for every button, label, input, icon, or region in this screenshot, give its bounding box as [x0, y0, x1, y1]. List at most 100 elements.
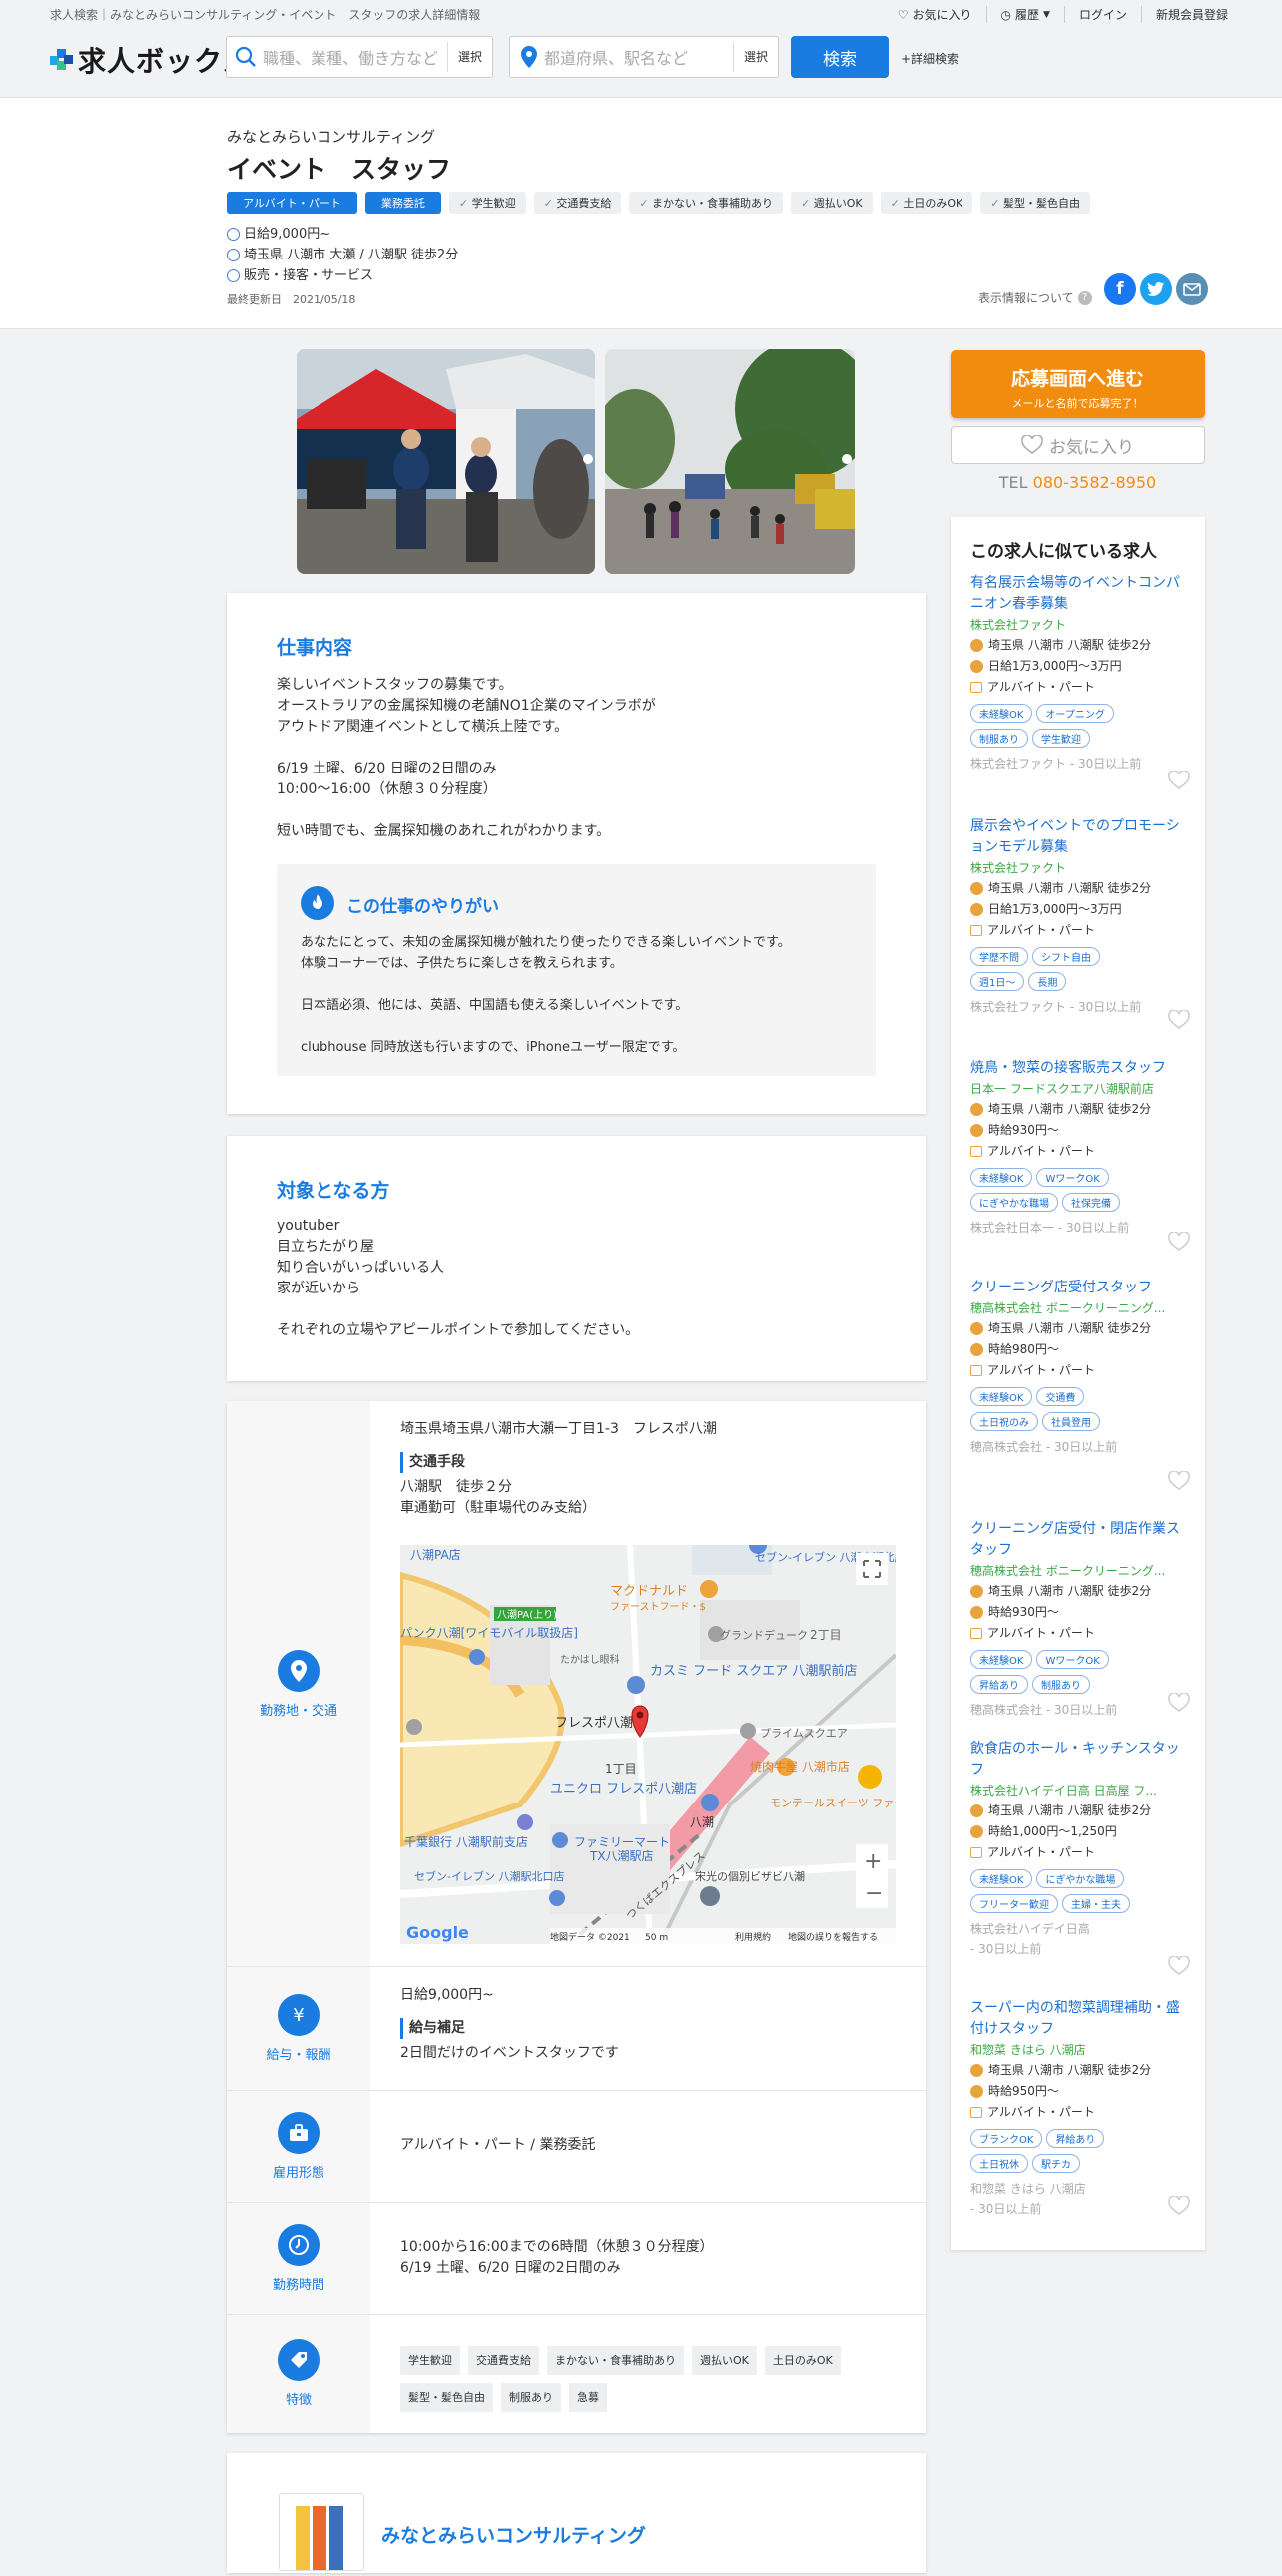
briefcase-icon: [970, 1628, 982, 1639]
feature-tag: 土日のみOK: [764, 2346, 841, 2375]
company-name[interactable]: みなとみらいコンサルティング: [227, 126, 435, 147]
apply-button[interactable]: 応募画面へ進む メールと名前で応募完了！: [951, 350, 1205, 418]
heart-icon[interactable]: [1168, 1693, 1190, 1713]
similar-job-type: アルバイト・パート: [970, 1360, 1190, 1381]
email-share-icon[interactable]: [1176, 273, 1208, 305]
keyword-select-button[interactable]: 選択: [446, 42, 492, 72]
heart-icon[interactable]: [1168, 771, 1190, 790]
twitter-share-icon[interactable]: [1140, 273, 1172, 305]
pegman-icon[interactable]: [858, 1765, 882, 1789]
similar-job-location: 埼玉県 八潮市 八潮駅 徒歩2分: [970, 1581, 1190, 1602]
company-card-name[interactable]: みなとみらいコンサルティング: [381, 2521, 646, 2548]
zoom-out-button[interactable]: −: [865, 1881, 883, 1906]
job-photo-2[interactable]: [605, 349, 855, 574]
similar-job-item[interactable]: 展示会やイベントでのプロモーションモデル募集 株式会社ファクト 埼玉県 八潮市 …: [970, 816, 1190, 1052]
transport-heading: 交通手段: [400, 1452, 900, 1473]
similar-job-type: アルバイト・パート: [970, 2102, 1190, 2123]
similar-job-item[interactable]: スーパー内の和惣菜調理補助・盛付けスタッフ 和惣菜 きはら 八潮店 埼玉県 八潮…: [970, 1998, 1190, 2234]
location-line: 埼玉県 八潮市 大瀬 / 八潮駅 徒歩2分: [227, 245, 458, 265]
login-link[interactable]: ログイン: [1063, 6, 1141, 23]
advanced-search-link[interactable]: +詳細検索: [901, 50, 959, 67]
similar-job-item[interactable]: クリーニング店受付・閉店作業スタッフ 穂高株式会社 ボニークリーニング... 埼…: [970, 1519, 1190, 1735]
similar-job-title[interactable]: 飲食店のホール・キッチンスタッフ: [970, 1739, 1190, 1781]
display-info-link[interactable]: 表示情報について?: [978, 289, 1092, 306]
map[interactable]: 八潮PA(上り) 八潮PA店 セブン-イレブン 八潮大瀬北店 マクドナルド ファ…: [400, 1545, 896, 1944]
heart-icon[interactable]: [1168, 1956, 1190, 1976]
heart-icon[interactable]: [1168, 1471, 1190, 1491]
similar-job-tag: 未経験OK: [970, 1869, 1033, 1888]
similar-job-tag: 交通費: [1036, 1387, 1085, 1406]
updated-date: 最終更新日 2021/05/18: [227, 293, 356, 306]
tel-number[interactable]: 080-3582-8950: [1033, 473, 1157, 492]
category-line: 販売・接客・サービス: [227, 265, 458, 286]
similar-job-tag: WワークOK: [1036, 1650, 1109, 1669]
similar-job-tag: 昇給あり: [1046, 2129, 1105, 2148]
similar-job-tags: 未経験OK オープニング 制服あり 学生歓迎: [970, 704, 1190, 754]
similar-job-item[interactable]: 有名展示会場等のイベントコンパニオン春季募集 株式会社ファクト 埼玉県 八潮市 …: [970, 573, 1190, 812]
address: 埼玉県埼玉県八潮市大瀬一丁目1-3 フレスポ八潮: [400, 1421, 717, 1437]
fullscreen-button[interactable]: [856, 1553, 888, 1585]
map-scale: 50 m: [645, 1933, 668, 1943]
location-label-cell: 勤務地・交通: [227, 1401, 370, 1966]
feature-tag: 髪型・髪色自由: [400, 2383, 493, 2412]
similar-job-title[interactable]: スーパー内の和惣菜調理補助・盛付けスタッフ: [970, 1998, 1190, 2040]
similar-job-tag: ブランクOK: [970, 2129, 1043, 2148]
zoom-in-button[interactable]: +: [864, 1849, 882, 1874]
favorite-button[interactable]: お気に入り: [951, 426, 1205, 464]
employment-label-cell: 雇用形態: [227, 2091, 370, 2202]
map-label: TX八潮駅店: [589, 1848, 654, 1863]
register-link[interactable]: 新規会員登録: [1140, 6, 1242, 23]
similar-job-title[interactable]: 焼鳥・惣菜の接客販売スタッフ: [970, 1058, 1190, 1079]
map-report-link[interactable]: 地図の誤りを報告する: [788, 1931, 878, 1943]
similar-job-item[interactable]: 焼鳥・惣菜の接客販売スタッフ 日本一 フードスクエア八潮駅前店 埼玉県 八潮市 …: [970, 1058, 1190, 1274]
feature-tag: まかない・食事補助あり: [629, 192, 784, 214]
similar-job-tag: 土日祝休: [970, 2154, 1028, 2173]
similar-job-title[interactable]: クリーニング店受付スタッフ: [970, 1278, 1190, 1298]
similar-job-company: 日本一 フードスクエア八潮駅前店: [970, 1082, 1154, 1096]
similar-job-item[interactable]: クリーニング店受付スタッフ 穂高株式会社 ボニークリーニング... 埼玉県 八潮…: [970, 1278, 1190, 1513]
favorites-link[interactable]: ♡ お気に入り: [884, 6, 986, 23]
description-body: 楽しいイベントスタッフの募集です。 オーストラリアの金属探知機の老舗NO1企業の…: [277, 677, 656, 839]
similar-job-tag: 週1日～: [970, 972, 1025, 991]
similar-job-title[interactable]: 有名展示会場等のイベントコンパニオン春季募集: [970, 573, 1190, 615]
hours-label: 勤務時間: [272, 2278, 324, 2293]
keyword-input[interactable]: 職種、業種、働き方など: [257, 45, 447, 69]
highlight-box: この仕事のやりがい あなたにとって、未知の金属探知機が触れたり使ったりできる楽し…: [277, 864, 876, 1076]
company-card: みなとみらいコンサルティング: [227, 2453, 926, 2573]
map-canvas[interactable]: 八潮PA(上り) 八潮PA店 セブン-イレブン 八潮大瀬北店 マクドナルド ファ…: [400, 1545, 896, 1944]
site-logo[interactable]: 求人ボックス: [50, 40, 251, 80]
heart-icon[interactable]: [1168, 1232, 1190, 1252]
similar-job-footer: 株式会社ファクト - 30日以上前: [970, 1000, 1142, 1014]
heart-icon[interactable]: [1168, 1010, 1190, 1030]
heart-icon[interactable]: [1168, 2196, 1190, 2216]
similar-job-item[interactable]: 飲食店のホール・キッチンスタッフ 株式会社ハイデイ日高 日高屋 フ... 埼玉県…: [970, 1739, 1190, 1994]
job-photo-1[interactable]: [297, 349, 595, 574]
job-description-card: 仕事内容 楽しいイベントスタッフの募集です。 オーストラリアの金属探知機の老舗N…: [227, 593, 926, 1114]
similar-job-tag: 学歴不問: [970, 947, 1028, 966]
location-icon: [970, 1804, 983, 1817]
logo-mark-icon: [50, 49, 73, 71]
search-button[interactable]: 検索: [791, 36, 889, 78]
location-pin-icon: [521, 46, 537, 68]
similar-job-tag: 昇給あり: [970, 1675, 1028, 1694]
similar-job-tag: 駅チカ: [1032, 2154, 1080, 2173]
location-input[interactable]: 都道府県、駅名など: [538, 45, 733, 69]
location-select-button[interactable]: 選択: [732, 42, 778, 72]
similar-job-tag: にぎやかな職場: [1036, 1869, 1125, 1888]
briefcase-icon: [970, 682, 982, 693]
target-body: youtuber 目立ちたがり屋 知り合いがいっぱいいる人 家が近いから それぞ…: [277, 1218, 640, 1338]
highlight-body: あなたにとって、未知の金属探知機が触れたり使ったりできる楽しいイベントです。 体…: [301, 935, 791, 1055]
location-row: 勤務地・交通 埼玉県埼玉県八潮市大瀬一丁目1-3 フレスポ八潮 交通手段 八潮駅…: [227, 1401, 926, 1966]
similar-job-title[interactable]: クリーニング店受付・閉店作業スタッフ: [970, 1519, 1190, 1561]
similar-job-tag: 主婦・主夫: [1062, 1894, 1130, 1913]
similar-title: この求人に似ている求人: [970, 542, 1157, 562]
person-icon: [227, 269, 240, 282]
location-value: 埼玉県埼玉県八潮市大瀬一丁目1-3 フレスポ八潮 交通手段 八潮駅 徒歩２分 車…: [400, 1419, 900, 1519]
highlight-title: この仕事のやりがい: [346, 897, 499, 917]
map-terms-link[interactable]: 利用規約: [735, 1931, 771, 1943]
history-link[interactable]: ◷ 履歴 ▼: [985, 6, 1064, 23]
yen-icon: [970, 660, 983, 673]
similar-job-title[interactable]: 展示会やイベントでのプロモーションモデル募集: [970, 816, 1190, 858]
salary-text: 日給9,000円~: [400, 1987, 494, 2003]
facebook-share-icon[interactable]: f: [1104, 273, 1136, 305]
